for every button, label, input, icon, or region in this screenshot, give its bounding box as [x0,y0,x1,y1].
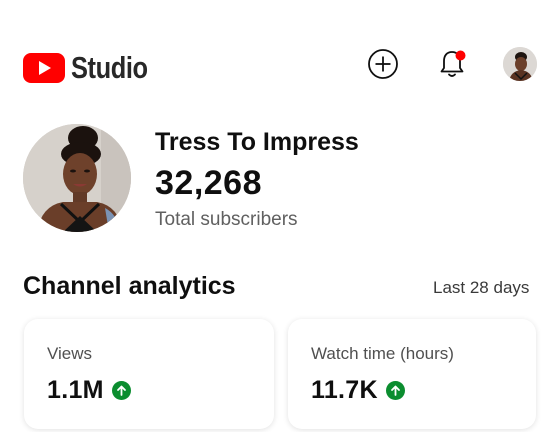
create-icon [368,49,398,79]
create-button[interactable] [365,46,401,82]
trend-up-icon [385,381,405,400]
notifications-button[interactable] [434,46,470,82]
analytics-period[interactable]: Last 28 days [433,278,529,298]
watch-time-card[interactable]: Watch time (hours) 11.7K [288,319,536,429]
views-label: Views [47,344,93,363]
views-card[interactable]: Views 1.1M [24,319,274,429]
youtube-play-icon [23,53,65,83]
notification-dot [455,50,466,61]
watch-time-label: Watch time (hours) [311,344,454,363]
channel-name: Tress To Impress [155,128,359,156]
top-bar: Studio [0,0,560,120]
analytics-title: Channel analytics [23,272,236,300]
studio-logo[interactable]: Studio [23,50,164,86]
account-avatar[interactable] [503,47,537,81]
views-value-row: 1.1M [47,376,131,405]
views-value: 1.1M [47,376,104,404]
channel-avatar[interactable] [23,124,131,232]
watch-time-value-row: 11.7K [311,376,405,405]
subscriber-count: 32,268 [155,164,262,202]
notifications-icon [440,50,466,77]
trend-up-icon [111,381,131,400]
subscriber-label: Total subscribers [155,209,298,230]
logo-text: Studio [71,50,148,85]
watch-time-value: 11.7K [311,376,378,404]
